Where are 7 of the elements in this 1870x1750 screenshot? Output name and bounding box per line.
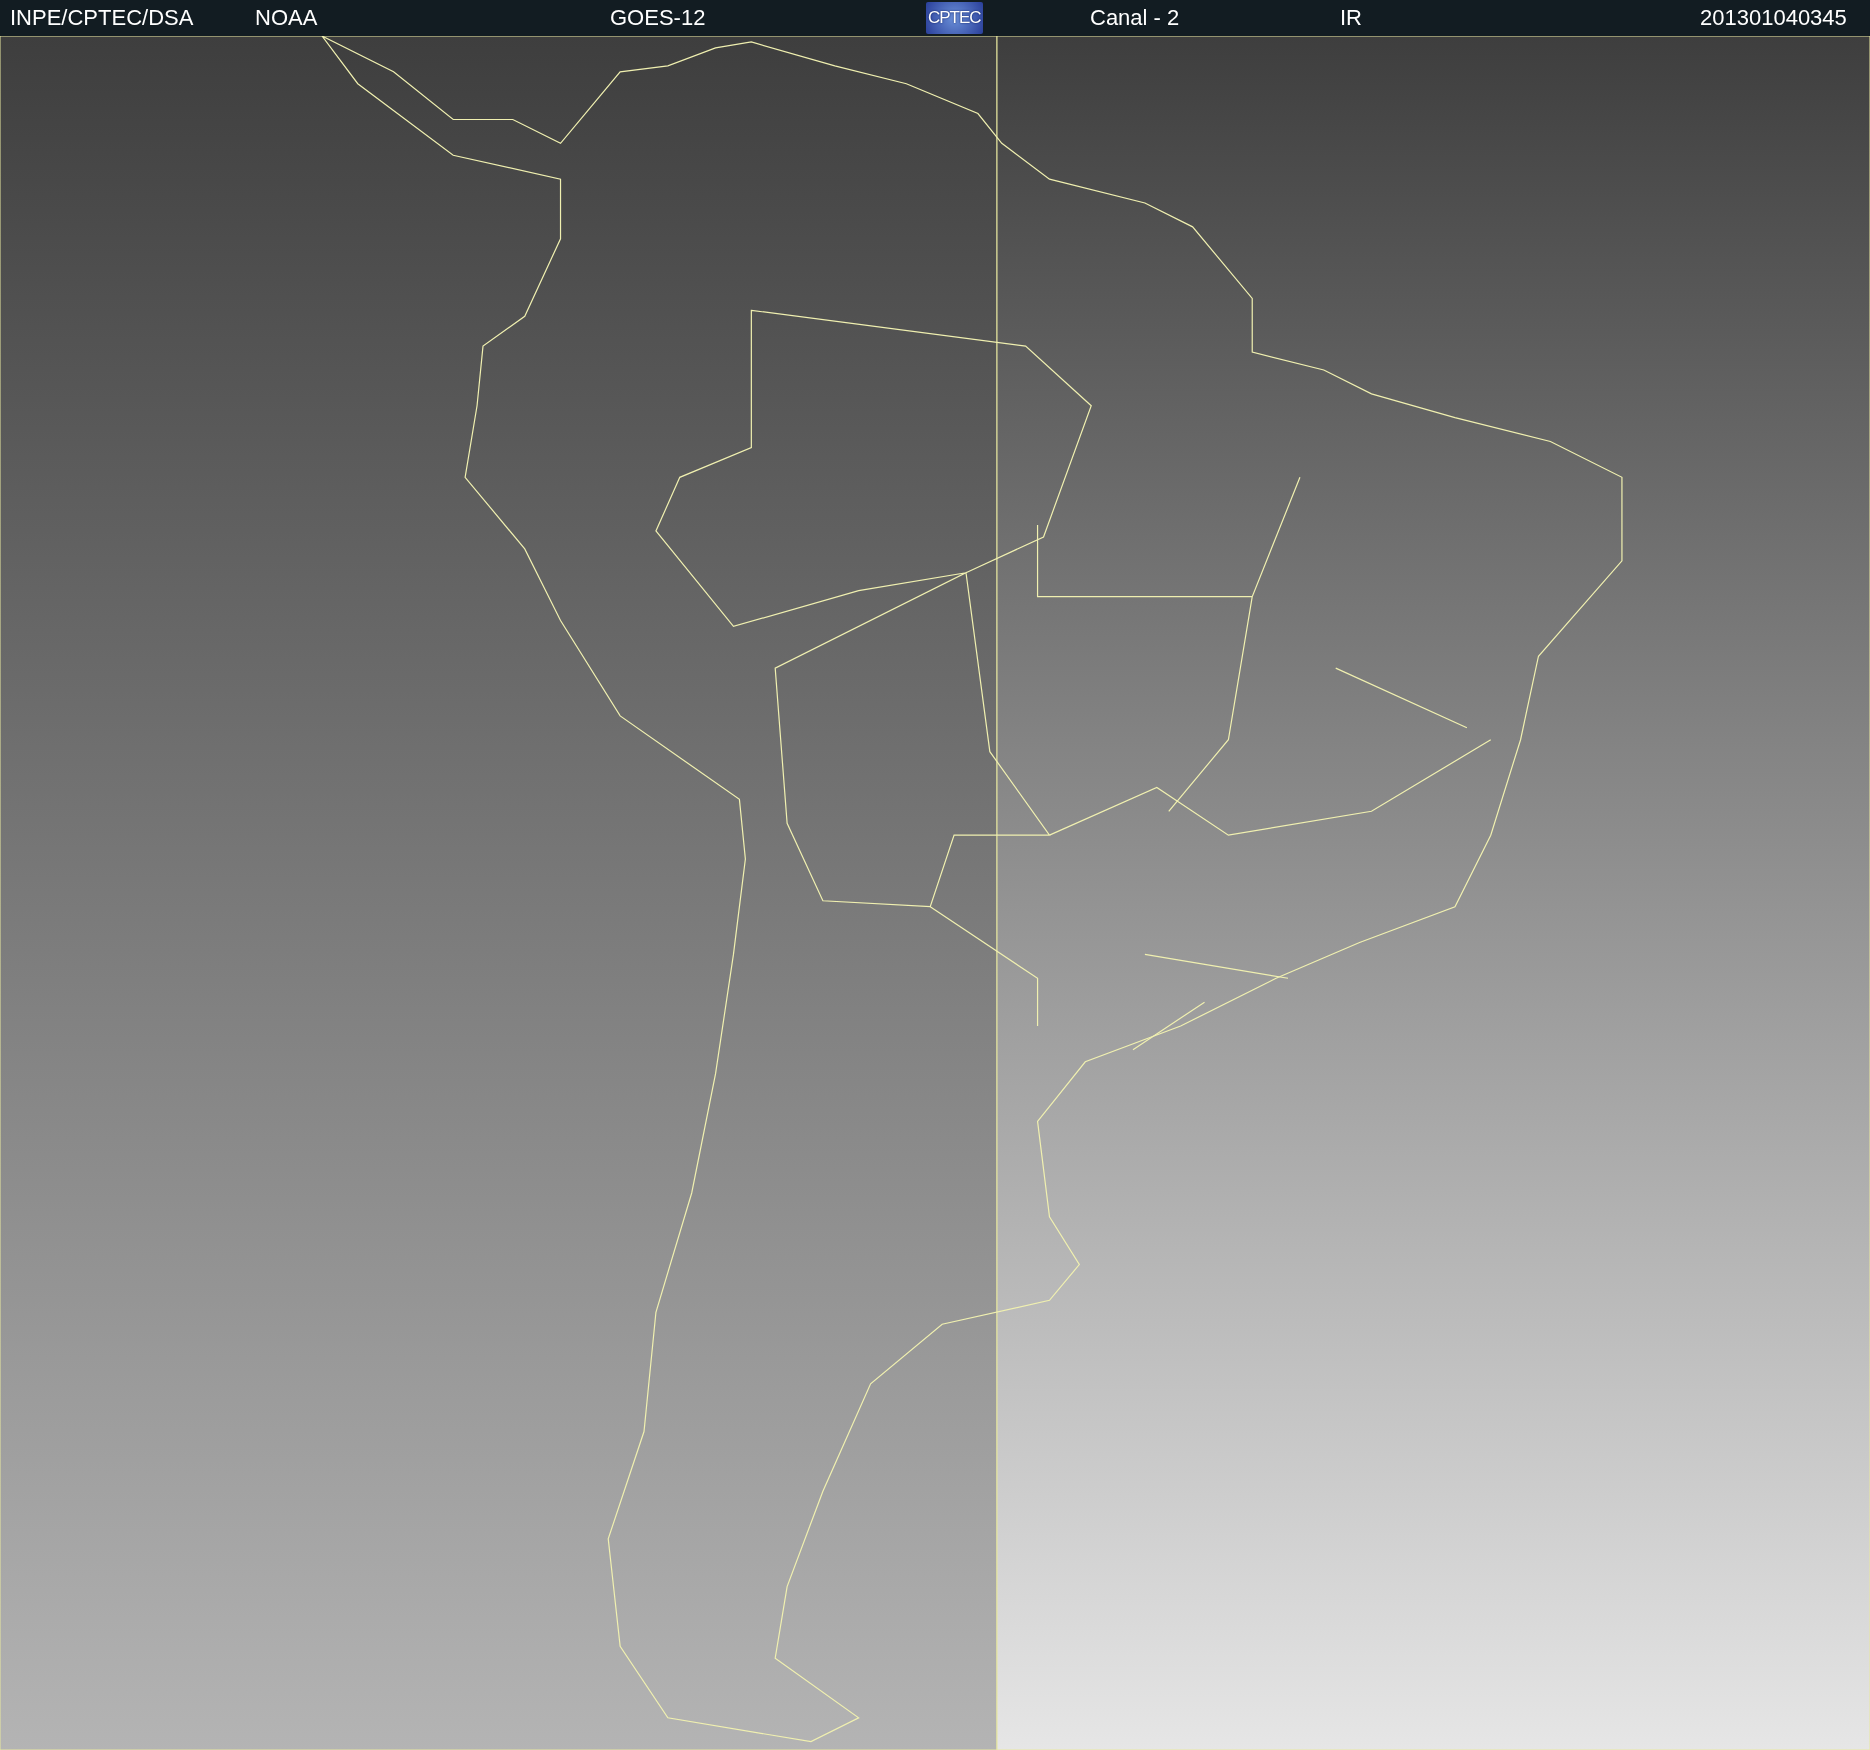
header-label: GOES-12 xyxy=(610,5,706,30)
header-label: 201301040345 xyxy=(1700,5,1847,30)
header-label: INPE/CPTEC/DSA xyxy=(10,5,194,30)
header-label: NOAA xyxy=(255,5,318,30)
agency-logo: CPTEC xyxy=(926,2,983,34)
header-label: Canal - 2 xyxy=(1090,5,1180,30)
header-label: IR xyxy=(1340,5,1362,30)
